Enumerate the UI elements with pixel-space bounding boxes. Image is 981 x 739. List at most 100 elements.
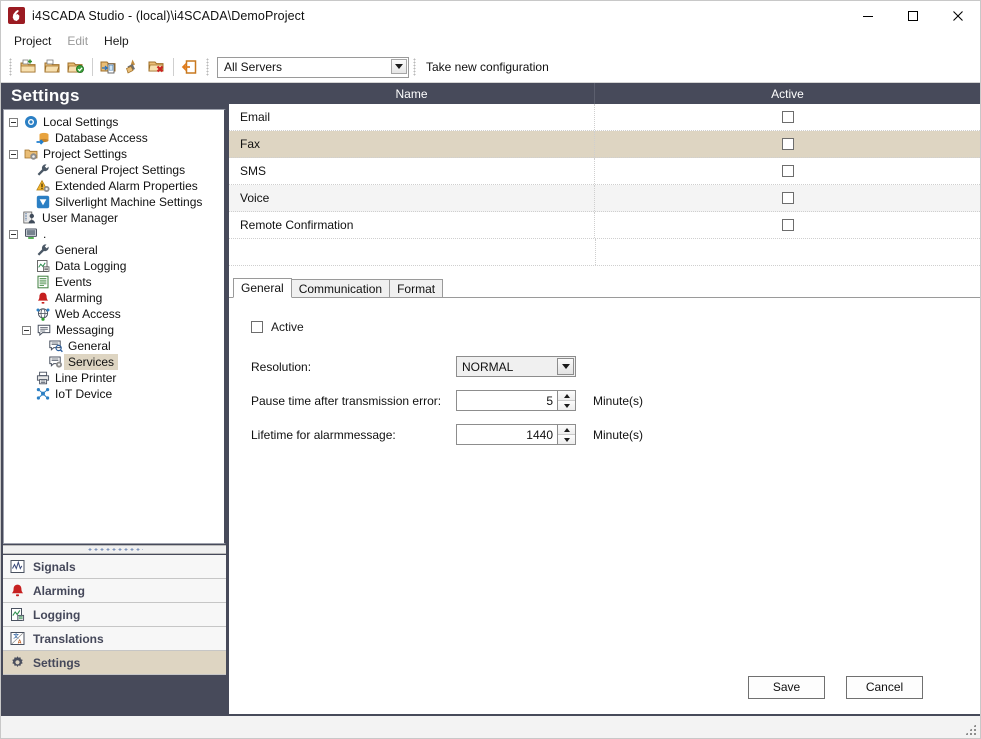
pause-time-value[interactable]: 5 (457, 391, 557, 410)
menu-edit[interactable]: Edit (59, 32, 96, 50)
table-row[interactable]: SMS (229, 158, 980, 185)
tree-item-project-settings[interactable]: Project Settings (4, 146, 224, 162)
stepper-up-icon[interactable] (558, 425, 575, 435)
table-row[interactable]: Voice (229, 185, 980, 212)
tree-item-local-settings[interactable]: Local Settings (4, 114, 224, 130)
tree-item-extended-alarm-properties[interactable]: Extended Alarm Properties (4, 178, 224, 194)
sidebar-item-settings[interactable]: Settings (3, 651, 226, 675)
chevron-down-icon[interactable] (391, 59, 407, 74)
lifetime-stepper[interactable]: 1440 (456, 424, 576, 445)
sidebar-filler (1, 675, 228, 714)
cancel-button[interactable]: Cancel (846, 676, 923, 699)
collapse-toggle-icon[interactable] (9, 118, 18, 127)
tab-general[interactable]: General (233, 278, 292, 298)
warning-gear-icon (35, 178, 51, 194)
table-row[interactable]: Fax (229, 131, 980, 158)
lifetime-value[interactable]: 1440 (457, 425, 557, 444)
toolbar-grip-3[interactable] (413, 58, 416, 76)
server-select-value: All Servers (218, 60, 282, 74)
chevron-down-icon[interactable] (557, 358, 574, 375)
resize-grip[interactable] (964, 723, 977, 736)
minimize-button[interactable] (845, 1, 890, 30)
collapse-toggle-icon[interactable] (9, 230, 18, 239)
logout-icon[interactable] (178, 55, 202, 79)
pause-time-field: Pause time after transmission error: 5 M… (251, 390, 980, 411)
save-button[interactable]: Save (748, 676, 825, 699)
stepper-up-icon[interactable] (558, 391, 575, 401)
server-select[interactable]: All Servers (217, 57, 409, 78)
tree-item-iot-device[interactable]: IoT Device (4, 386, 224, 402)
clean-project-icon[interactable] (121, 55, 145, 79)
tree-item-alarming[interactable]: Alarming (4, 290, 224, 306)
table-row[interactable]: Email (229, 104, 980, 131)
sidebar-item-logging[interactable]: Logging (3, 603, 226, 627)
import-configuration-icon[interactable] (97, 55, 121, 79)
active-checkbox[interactable] (782, 192, 794, 204)
sidebar-splitter[interactable] (3, 545, 226, 554)
tree-item-messaging-services[interactable]: Services (4, 354, 224, 370)
take-new-configuration-button[interactable]: Take new configuration (420, 60, 549, 74)
close-button[interactable] (935, 1, 980, 30)
toolbar-grip-2[interactable] (206, 58, 209, 76)
server-icon (23, 226, 39, 242)
open-project-icon[interactable] (40, 55, 64, 79)
alarm-bell-icon (9, 583, 25, 599)
data-logging-icon (35, 258, 51, 274)
stepper-buttons (557, 391, 575, 410)
stepper-buttons (557, 425, 575, 444)
maximize-button[interactable] (890, 1, 935, 30)
collapse-toggle-icon[interactable] (9, 150, 18, 159)
tree-item-label: Data Logging (51, 259, 126, 273)
grid-header-name[interactable]: Name (229, 83, 595, 104)
tree-item-messaging-general[interactable]: General (4, 338, 224, 354)
sidebar-item-alarming[interactable]: Alarming (3, 579, 226, 603)
tree-item-web-access[interactable]: Web Access (4, 306, 224, 322)
tree-item-database-access[interactable]: Database Access (4, 130, 224, 146)
action-button-bar: Save Cancel (229, 660, 980, 714)
tree-item-general-project-settings[interactable]: General Project Settings (4, 162, 224, 178)
delete-project-icon[interactable] (145, 55, 169, 79)
collapse-toggle-icon[interactable] (22, 326, 31, 335)
new-project-icon[interactable] (16, 55, 40, 79)
tree-item-general[interactable]: General (4, 242, 224, 258)
tree-item-events[interactable]: Events (4, 274, 224, 290)
pause-time-stepper[interactable]: 5 (456, 390, 576, 411)
tab-panel-general: Active Resolution: NORMAL Pause time aft… (229, 298, 980, 660)
tree-item-silverlight-machine-settings[interactable]: Silverlight Machine Settings (4, 194, 224, 210)
active-checkbox[interactable] (782, 219, 794, 231)
tab-communication[interactable]: Communication (291, 279, 390, 298)
body: Settings Local Settings (1, 83, 980, 714)
grid-header-active[interactable]: Active (595, 83, 980, 104)
tree-item-line-printer[interactable]: Line Printer (4, 370, 224, 386)
sidebar-item-translations[interactable]: 文 A Translations (3, 627, 226, 651)
project-settings-icon (23, 146, 39, 162)
tab-format[interactable]: Format (389, 279, 443, 298)
tree-item-label: IoT Device (51, 387, 112, 401)
active-checkbox[interactable] (782, 111, 794, 123)
pause-time-unit: Minute(s) (593, 394, 643, 408)
menu-help[interactable]: Help (96, 32, 137, 50)
alarm-bell-icon (35, 290, 51, 306)
messaging-services-icon (48, 354, 64, 370)
tree-item-user-manager[interactable]: User Manager (4, 210, 224, 226)
tree-item-data-logging[interactable]: Data Logging (4, 258, 224, 274)
sidebar-item-label: Signals (33, 560, 76, 574)
grid-header-row: Name Active (229, 83, 980, 104)
save-project-icon[interactable] (64, 55, 88, 79)
lifetime-label: Lifetime for alarmmessage: (251, 428, 456, 442)
tree-item-label: Services (64, 354, 118, 370)
active-checkbox[interactable] (782, 138, 794, 150)
sidebar-item-signals[interactable]: Signals (3, 555, 226, 579)
stepper-down-icon[interactable] (558, 435, 575, 444)
tree-item-messaging[interactable]: Messaging (4, 322, 224, 338)
table-row[interactable]: Remote Confirmation (229, 212, 980, 239)
resolution-select[interactable]: NORMAL (456, 356, 576, 377)
stepper-down-icon[interactable] (558, 401, 575, 410)
active-checkbox[interactable] (251, 321, 263, 333)
translations-icon: 文 A (9, 631, 25, 647)
active-checkbox[interactable] (782, 165, 794, 177)
toolbar-grip[interactable] (9, 58, 12, 76)
tree-item-server-node[interactable]: . (4, 226, 224, 242)
tree-item-label: Events (51, 275, 92, 289)
menu-project[interactable]: Project (6, 32, 59, 50)
